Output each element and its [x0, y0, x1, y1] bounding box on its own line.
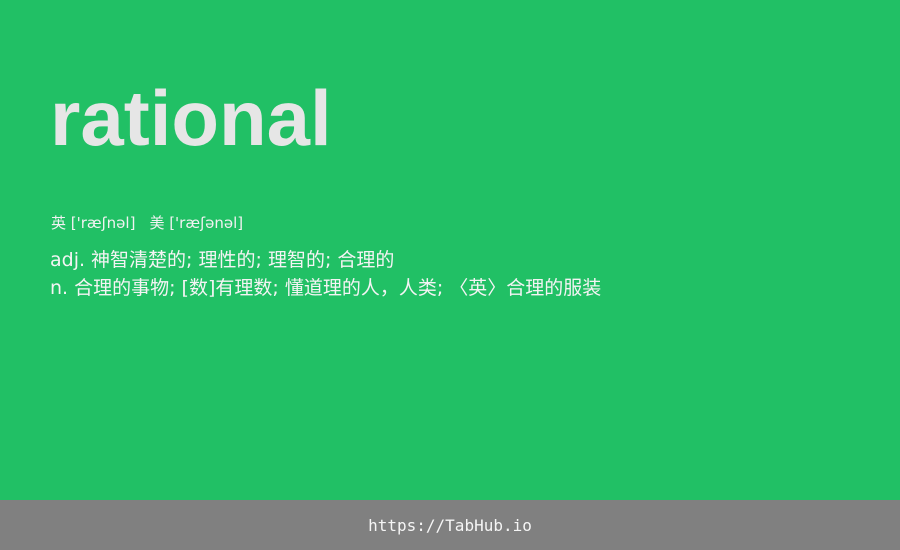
- definition-noun: n. 合理的事物; [数]有理数; 懂道理的人，人类; 〈英〉合理的服装: [50, 277, 602, 299]
- tabhub-link[interactable]: https://TabHub.io: [368, 516, 532, 535]
- definition-adj: adj. 神智清楚的; 理性的; 理智的; 合理的: [50, 249, 395, 271]
- phonetic-uk: 英 ['ræʃnəl]: [51, 214, 136, 232]
- phonetics: 英 ['ræʃnəl] 美 ['ræʃənəl]: [51, 212, 243, 234]
- definitions: adj. 神智清楚的; 理性的; 理智的; 合理的 n. 合理的事物; [数]有…: [50, 246, 601, 302]
- headword: rational: [50, 74, 332, 162]
- word-card: rational 英 ['ræʃnəl] 美 ['ræʃənəl] adj. 神智…: [0, 0, 900, 500]
- phonetic-us: 美 ['ræʃənəl]: [149, 214, 244, 232]
- footer-bar: https://TabHub.io: [0, 500, 900, 550]
